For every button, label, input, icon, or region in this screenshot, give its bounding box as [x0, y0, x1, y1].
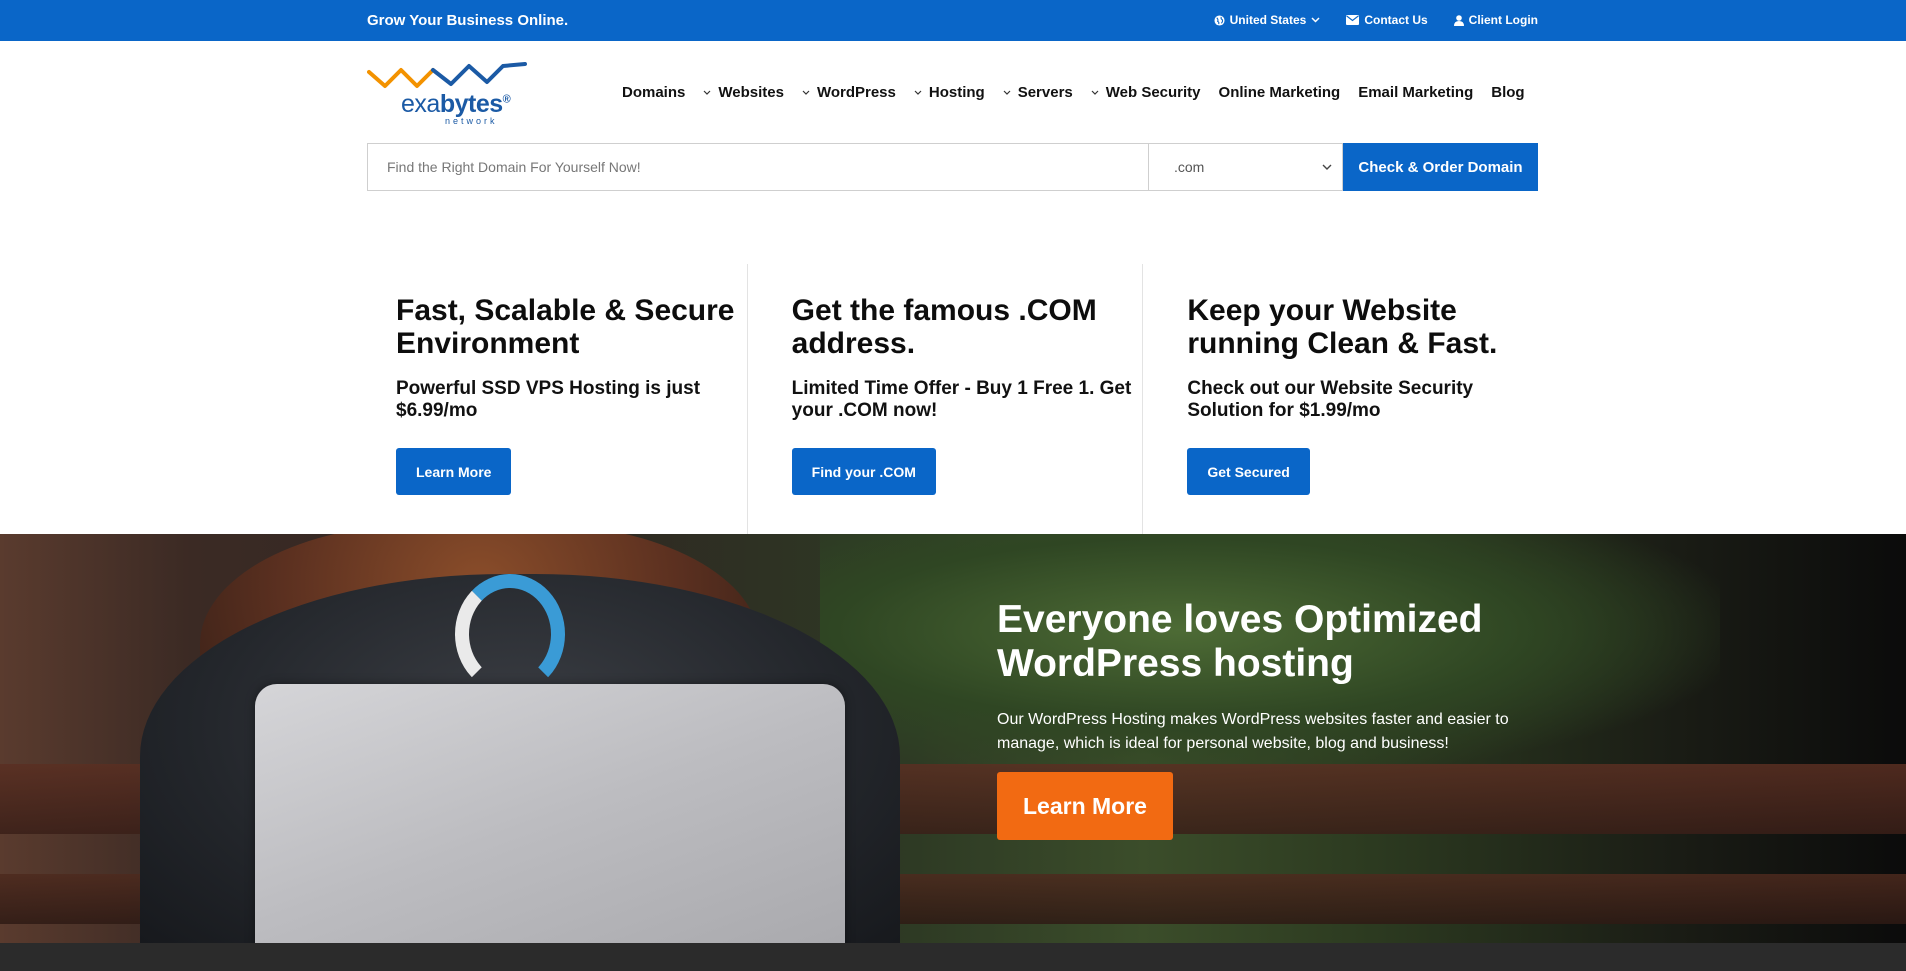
hero-title: Everyone loves Optimized WordPress hosti… — [997, 598, 1483, 685]
client-login-link[interactable]: Client Login — [1453, 13, 1538, 27]
feature-columns: Fast, Scalable & Secure Environment Powe… — [368, 264, 1538, 534]
domain-search-input[interactable]: Find the Right Domain For Yourself Now! — [367, 143, 1148, 191]
tagline: Grow Your Business Online. — [367, 12, 569, 29]
feature-text: Check out our Website Security Solution … — [1187, 378, 1474, 421]
footer-strip — [0, 943, 1906, 971]
hero-photo-laptop — [255, 684, 845, 943]
chevron-down-icon — [1003, 90, 1011, 95]
logo-wordmark: exabytes® — [401, 90, 511, 118]
chevron-down-icon — [914, 90, 922, 95]
nav-item-wordpress[interactable]: WordPress — [802, 84, 896, 101]
headphones-icon — [455, 574, 565, 694]
feature-text: Limited Time Offer - Buy 1 Free 1. Get y… — [791, 378, 1132, 421]
nav-item-email-marketing[interactable]: Email Marketing — [1358, 84, 1473, 101]
country-label: United States — [1229, 13, 1307, 27]
user-icon — [1453, 14, 1464, 26]
exabytes-logo[interactable]: exabytes® network — [367, 60, 532, 126]
tld-selected-value: .com — [1174, 159, 1205, 175]
feature-vps: Fast, Scalable & Secure Environment Powe… — [368, 264, 747, 534]
globe-icon — [1214, 14, 1225, 26]
feature-text: Powerful SSD VPS Hosting is just $6.99/m… — [396, 378, 701, 421]
country-selector[interactable]: United States — [1214, 13, 1321, 27]
envelope-icon — [1346, 15, 1360, 25]
hero-copy: Everyone loves Optimized WordPress hosti… — [997, 598, 1517, 756]
nav-item-domains[interactable]: Domains — [622, 84, 685, 101]
client-login-label: Client Login — [1468, 13, 1538, 27]
tld-select[interactable]: .com — [1148, 143, 1343, 191]
domain-search-bar: Find the Right Domain For Yourself Now! … — [367, 143, 1538, 191]
hero-learn-more-button[interactable]: Learn More — [997, 772, 1173, 840]
chevron-down-icon — [1091, 90, 1099, 95]
nav-item-servers[interactable]: Servers — [1003, 84, 1073, 101]
feature-title: Fast, Scalable & Secure Environment — [396, 294, 735, 360]
get-secured-button[interactable]: Get Secured — [1187, 448, 1310, 495]
chevron-down-icon — [1322, 164, 1332, 170]
feature-com-domain: Get the famous .COM address. Limited Tim… — [746, 264, 1143, 534]
feature-title: Keep your Website running Clean & Fast. — [1187, 294, 1498, 360]
feature-title: Get the famous .COM address. — [791, 294, 1097, 360]
find-com-button[interactable]: Find your .COM — [791, 448, 936, 495]
logo-network-text: network — [445, 116, 498, 126]
chevron-down-icon — [1311, 17, 1320, 23]
nav-item-online-marketing[interactable]: Online Marketing — [1219, 84, 1341, 101]
wordpress-hero-banner: Everyone loves Optimized WordPress hosti… — [0, 534, 1906, 943]
nav-item-web-security[interactable]: Web Security — [1091, 84, 1201, 101]
learn-more-button[interactable]: Learn More — [396, 448, 512, 495]
chevron-down-icon — [703, 90, 711, 95]
hero-text: Our WordPress Hosting makes WordPress we… — [997, 711, 1509, 752]
contact-us-label: Contact Us — [1364, 13, 1428, 27]
feature-web-security: Keep your Website running Clean & Fast. … — [1142, 264, 1538, 534]
top-bar: Grow Your Business Online. United States… — [0, 0, 1906, 41]
nav-item-websites[interactable]: Websites — [703, 84, 784, 101]
logo-wave-icon — [367, 62, 527, 88]
nav-item-blog[interactable]: Blog — [1491, 84, 1524, 101]
nav-item-hosting[interactable]: Hosting — [914, 84, 985, 101]
contact-us-link[interactable]: Contact Us — [1346, 13, 1428, 27]
check-order-domain-button[interactable]: Check & Order Domain — [1343, 143, 1538, 191]
main-nav: Domains Websites WordPress Hosting Serve… — [622, 84, 1543, 101]
top-bar-links: United States Contact Us Client Login — [1214, 13, 1538, 27]
chevron-down-icon — [802, 90, 810, 95]
